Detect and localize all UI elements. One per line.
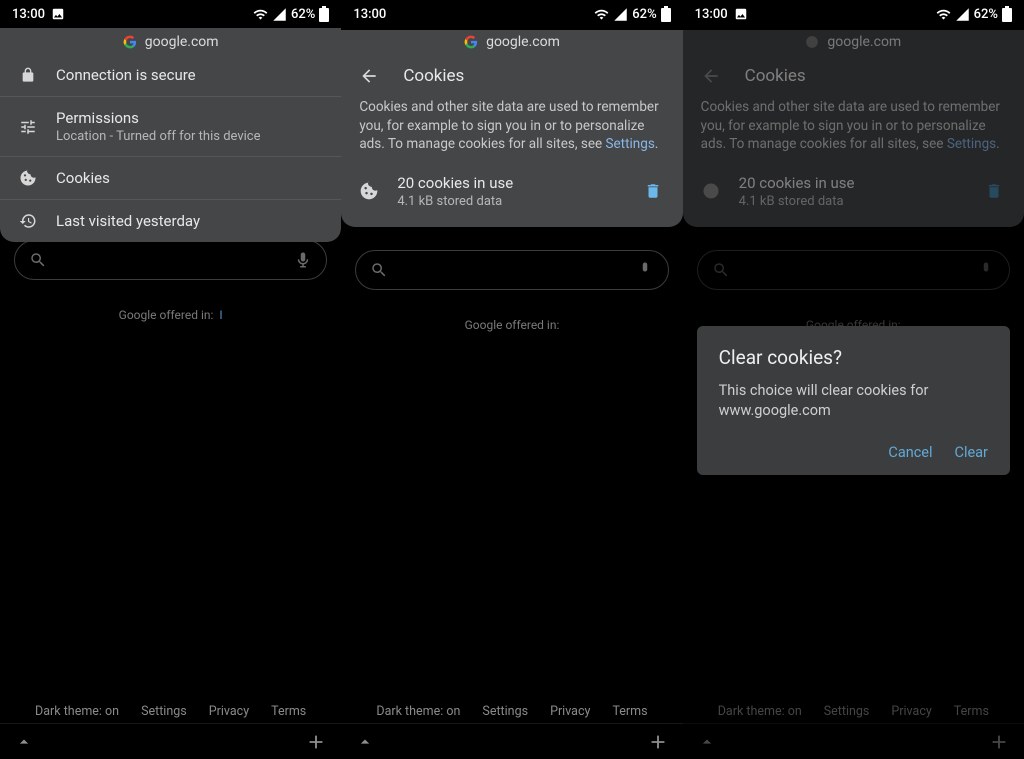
cookies-title-row: Cookies [341,54,682,94]
permissions-row[interactable]: Permissions Location - Turned off for th… [0,97,341,157]
footer-settings[interactable]: Settings [141,704,187,719]
battery-icon [661,6,671,22]
footer-privacy[interactable]: Privacy [209,704,249,719]
clear-cookies-dialog: Clear cookies? This choice will clear co… [697,326,1010,475]
footer-dark[interactable]: Dark theme: on [35,704,119,719]
battery-percent: 62% [291,7,315,22]
dialog-title: Clear cookies? [719,346,988,369]
cookie-icon [19,169,37,187]
delete-button[interactable] [641,179,665,203]
back-arrow-icon[interactable] [359,66,379,86]
tune-icon [19,118,37,136]
chevron-up-icon[interactable] [14,732,34,752]
cookie-icon [359,181,379,201]
wifi-icon [594,7,609,22]
screenshot-1: 13:00 62% Google offered in: I google.co… [0,0,341,759]
trash-icon [644,182,662,200]
plus-icon[interactable] [305,731,327,753]
google-favicon [123,35,137,49]
google-favicon [464,35,478,49]
bottom-nav [0,723,341,759]
search-icon [370,261,388,279]
site-info-sheet: google.com Connection is secure Permissi… [0,28,341,242]
search-bar[interactable] [355,250,668,290]
lock-icon [20,67,36,83]
cookies-sheet: google.com Cookies Cookies and other sit… [341,30,682,227]
signal-icon [272,7,287,22]
offered-text: Google offered in: [341,318,682,332]
trash-icon [985,182,1003,200]
offered-text: Google offered in: I [0,308,341,322]
plus-icon[interactable] [647,731,669,753]
settings-link[interactable]: Settings [606,136,655,152]
page-footer: Dark theme: on Settings Privacy Terms [0,704,341,719]
screenshot-3: 13:00 62% Google offered in: google.com … [683,0,1024,759]
signal-icon [955,7,970,22]
cancel-button[interactable]: Cancel [888,444,932,461]
footer-terms[interactable]: Terms [271,704,306,719]
screenshot-2: 13:00 62% Google offered in: google.com … [341,0,682,759]
cookies-sheet-dimmed: google.com Cookies Cookies and other sit… [683,30,1024,227]
back-arrow-icon [701,66,721,86]
dialog-body: This choice will clear cookies for www.g… [719,381,988,422]
search-icon [29,251,47,269]
bottom-nav [341,723,682,759]
wifi-icon [936,7,951,22]
status-bar: 13:00 62% [341,0,682,28]
cookies-description: Cookies and other site data are used to … [341,94,682,168]
battery-icon [1002,6,1012,22]
google-favicon [805,35,819,49]
search-bar[interactable] [14,240,327,280]
last-visited-row[interactable]: Last visited yesterday [0,200,341,242]
connection-secure-row[interactable]: Connection is secure [0,54,341,97]
cookie-icon [701,181,721,201]
status-bar: 13:00 62% [0,0,341,28]
picture-icon [734,7,748,21]
status-time: 13:00 [12,7,45,22]
mic-icon[interactable] [636,261,654,279]
wifi-icon [253,7,268,22]
chevron-up-icon[interactable] [355,732,375,752]
clear-button[interactable]: Clear [955,444,988,461]
cookies-row[interactable]: Cookies [0,157,341,200]
mic-icon[interactable] [294,251,312,269]
delete-button [982,179,1006,203]
battery-icon [319,6,329,22]
signal-icon [613,7,628,22]
picture-icon [51,7,65,21]
sheet-site-label: google.com [341,30,682,54]
status-bar: 13:00 62% [683,0,1024,28]
history-icon [19,212,37,230]
page-footer: Dark theme: on Settings Privacy Terms [341,704,682,719]
sheet-site-label: google.com [0,30,341,54]
cookies-usage-row[interactable]: 20 cookies in use 4.1 kB stored data [341,168,682,227]
